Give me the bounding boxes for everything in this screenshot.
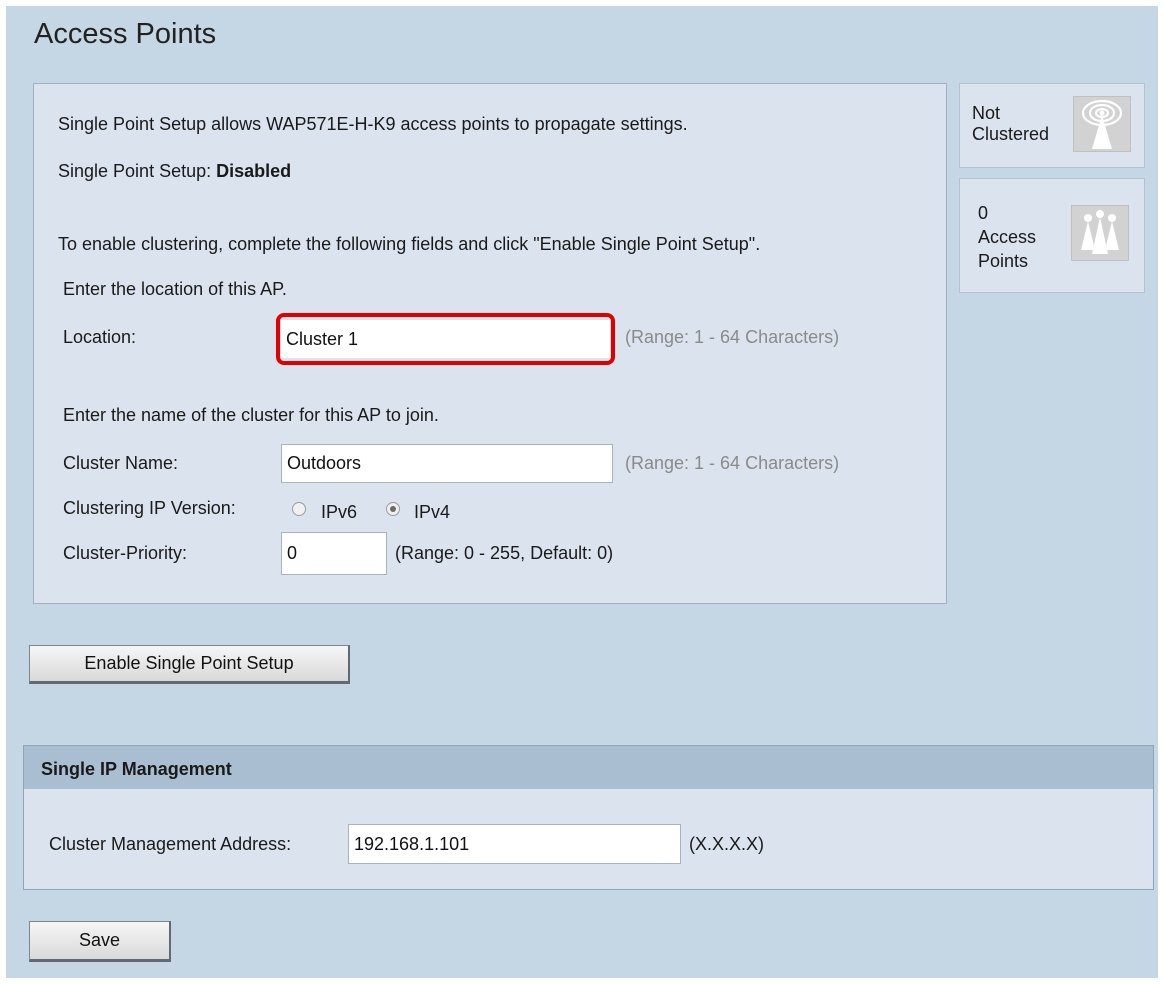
location-highlight: [276, 313, 615, 365]
cluster-management-address-input[interactable]: [348, 824, 681, 864]
location-hint: (Range: 1 - 64 Characters): [625, 327, 840, 347]
ipv6-radio[interactable]: [292, 502, 306, 516]
intro-text: Single Point Setup allows WAP571E-H-K9 a…: [58, 114, 688, 134]
cluster-status-card: Not Clustered: [959, 83, 1145, 168]
status-line: Single Point Setup: Disabled: [58, 161, 291, 182]
single-ip-management-header: Single IP Management: [23, 745, 1154, 790]
cluster-prompt: Enter the name of the cluster for this A…: [63, 405, 439, 425]
page-title: Access Points: [34, 18, 217, 50]
cluster-status-line1: Not: [972, 103, 1001, 123]
access-points-icon: [1071, 205, 1129, 261]
cluster-status-line2: Clustered: [972, 124, 1050, 144]
ap-count-value: 0: [978, 203, 989, 223]
status-value: Disabled: [216, 161, 292, 181]
address-format-hint: (X.X.X.X): [689, 834, 765, 854]
single-ip-management-body: Cluster Management Address: (X.X.X.X): [23, 789, 1154, 890]
ipv4-radio[interactable]: [386, 502, 400, 516]
priority-input[interactable]: [281, 532, 387, 575]
ip-version-label: Clustering IP Version:: [63, 498, 236, 518]
ipv4-label: IPv4: [414, 502, 451, 522]
cluster-name-label: Cluster Name:: [63, 453, 179, 473]
section-title: Single IP Management: [41, 759, 232, 779]
ap-count-line1: Access: [978, 227, 1037, 247]
ap-count-text: 0 Access Points: [978, 201, 1036, 273]
priority-label: Cluster-Priority:: [63, 543, 188, 563]
priority-hint: (Range: 0 - 255, Default: 0): [395, 543, 614, 563]
cluster-management-address-label: Cluster Management Address:: [49, 834, 292, 854]
cluster-status-text: Not Clustered: [972, 103, 1049, 145]
cluster-name-hint: (Range: 1 - 64 Characters): [625, 453, 840, 473]
access-points-card: 0 Access Points: [959, 178, 1145, 293]
location-label: Location:: [63, 327, 137, 347]
ap-count-line2: Points: [978, 251, 1029, 271]
instructions-text: To enable clustering, complete the follo…: [58, 234, 761, 254]
cluster-name-input[interactable]: [281, 444, 613, 483]
location-prompt: Enter the location of this AP.: [63, 279, 287, 299]
enable-single-point-setup-button[interactable]: Enable Single Point Setup: [29, 645, 350, 684]
status-label: Single Point Setup:: [58, 161, 217, 181]
ipv6-label: IPv6: [321, 502, 358, 522]
single-point-setup-panel: Single Point Setup allows WAP571E-H-K9 a…: [33, 83, 947, 604]
antenna-icon: [1073, 96, 1131, 152]
save-button[interactable]: Save: [29, 921, 171, 962]
